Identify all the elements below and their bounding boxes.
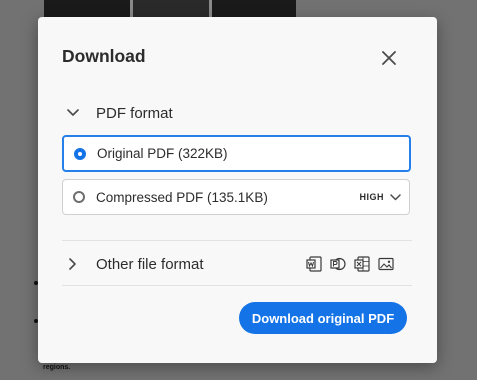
compressed-pdf-option[interactable]: Compressed PDF (135.1KB) HIGH	[62, 179, 410, 215]
quality-value: HIGH	[359, 192, 384, 202]
original-pdf-label: Original PDF (322KB)	[97, 146, 228, 161]
excel-icon	[353, 255, 371, 273]
image-icon	[377, 255, 395, 273]
chevron-right-icon	[62, 253, 84, 275]
other-format-label: Other file format	[96, 255, 204, 273]
divider	[62, 240, 412, 241]
pdf-format-toggle[interactable]: PDF format	[62, 102, 173, 124]
powerpoint-icon	[329, 255, 347, 273]
pdf-format-label: PDF format	[96, 104, 173, 122]
compressed-pdf-radio[interactable]	[73, 191, 85, 203]
dialog-title: Download	[62, 46, 146, 66]
word-icon	[305, 255, 323, 273]
background-text: regions.	[43, 364, 71, 371]
format-icons	[305, 255, 395, 273]
original-pdf-option[interactable]: Original PDF (322KB)	[62, 135, 411, 172]
close-icon	[382, 51, 396, 65]
download-dialog: Download PDF format Original PDF (322KB)…	[38, 17, 437, 363]
chevron-down-icon	[390, 193, 401, 200]
compressed-pdf-label: Compressed PDF (135.1KB)	[96, 189, 268, 205]
close-button[interactable]	[376, 45, 402, 71]
divider	[62, 285, 412, 286]
quality-dropdown[interactable]: HIGH	[360, 180, 402, 214]
chevron-down-icon	[62, 102, 84, 124]
original-pdf-radio[interactable]	[74, 147, 86, 160]
other-format-toggle[interactable]: Other file format	[62, 253, 412, 275]
download-button[interactable]: Download original PDF	[239, 302, 407, 334]
